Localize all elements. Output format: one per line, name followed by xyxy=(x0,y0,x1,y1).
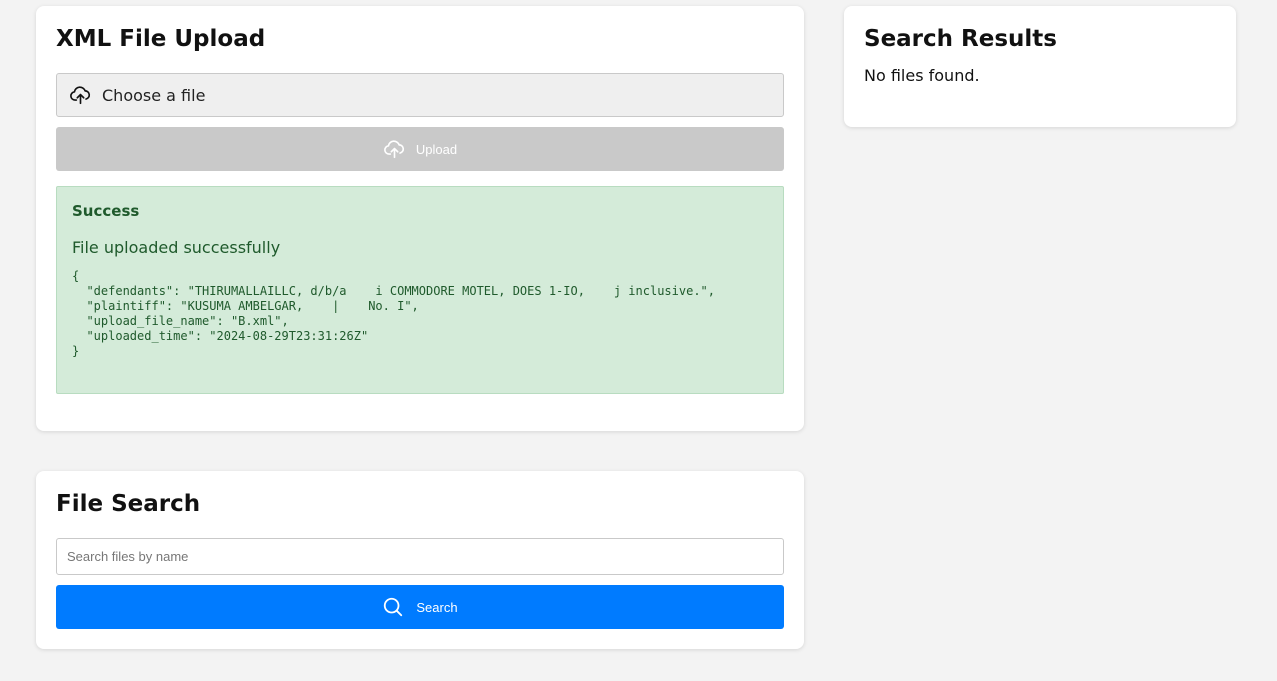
search-input[interactable] xyxy=(56,538,784,575)
search-results-card: Search Results No files found. xyxy=(844,6,1236,127)
upload-title: XML File Upload xyxy=(56,26,266,52)
search-button[interactable]: Search xyxy=(56,585,784,629)
upload-card: XML File Upload Choose a file Upload Suc… xyxy=(36,6,804,431)
search-button-label: Search xyxy=(416,599,458,615)
success-alert-message: File uploaded successfully xyxy=(72,238,281,257)
choose-file-button[interactable]: Choose a file xyxy=(56,73,784,117)
cloud-upload-icon xyxy=(383,138,406,160)
upload-response-json: { "defendants": "THIRUMALLAILLC, d/b/a i… xyxy=(72,269,715,358)
upload-button-label: Upload xyxy=(415,141,458,157)
search-results-title: Search Results xyxy=(864,26,1057,52)
file-search-title: File Search xyxy=(56,491,201,517)
file-search-card: File Search Search xyxy=(36,471,804,649)
no-files-message: No files found. xyxy=(864,66,980,85)
cloud-upload-icon xyxy=(69,84,92,106)
search-icon xyxy=(382,596,404,618)
upload-button[interactable]: Upload xyxy=(56,127,784,171)
success-alert: Success File uploaded successfully { "de… xyxy=(56,186,784,394)
choose-file-label: Choose a file xyxy=(102,85,206,105)
success-alert-title: Success xyxy=(72,202,140,220)
